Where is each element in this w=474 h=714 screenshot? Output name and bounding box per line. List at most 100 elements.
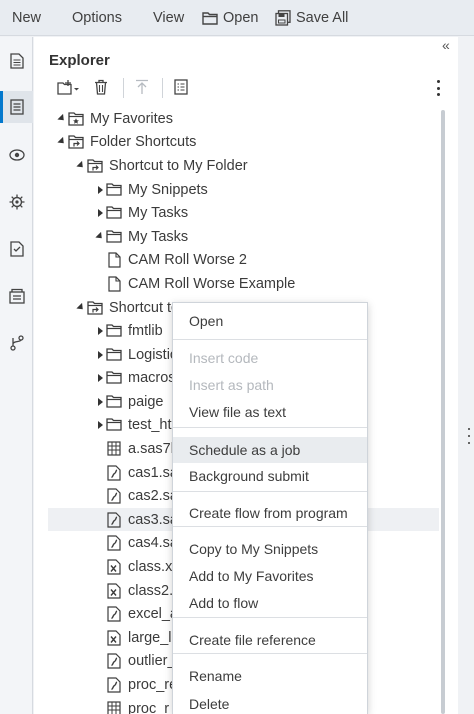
collapsed-arrow-icon[interactable] [96, 420, 104, 430]
excel-file-icon [106, 558, 122, 575]
expanded-arrow-icon[interactable] [57, 136, 67, 147]
trash-icon [94, 79, 108, 98]
context-menu-item-background-submit[interactable]: Background submit [173, 463, 367, 489]
file-icon [106, 251, 122, 268]
toolbar-divider [123, 78, 124, 98]
menu-new[interactable]: New [12, 0, 41, 36]
tree-row-label: Shortcut to [109, 299, 180, 316]
tree-row-label: paige [128, 393, 164, 410]
collapsed-arrow-icon[interactable] [96, 185, 104, 195]
context-menu-item-create-file-reference[interactable]: Create file reference [173, 627, 367, 653]
menu-separator [173, 491, 367, 492]
tree-row-label: My Tasks [128, 228, 189, 245]
panel-splitter-handle[interactable] [468, 428, 472, 444]
tree-row-label: proc_re [128, 676, 178, 693]
tasks-icon[interactable] [0, 233, 33, 265]
libraries-icon[interactable] [0, 139, 33, 171]
tree-row-label: Folder Shortcuts [90, 133, 197, 150]
more-options-icon[interactable] [430, 78, 446, 98]
git-icon[interactable] [0, 327, 33, 359]
menu-save-all[interactable]: Save All [275, 0, 348, 36]
context-menu-item-view-file-as-text[interactable]: View file as text [173, 399, 367, 425]
folder-open-icon [202, 11, 218, 25]
toolbar-divider [162, 78, 163, 98]
properties-icon [174, 78, 188, 98]
panel-title: Explorer [49, 52, 110, 69]
menu-view-label: View [153, 10, 185, 26]
tree-row[interactable]: CAM Roll Worse Example [48, 272, 439, 295]
sas-program-icon [106, 605, 122, 622]
tree-row[interactable]: Shortcut to My Folder [48, 154, 439, 177]
tree-row[interactable]: Folder Shortcuts [48, 130, 439, 153]
tree-row-label: fmtlib [128, 322, 163, 339]
save-all-icon [275, 10, 291, 26]
collapsed-arrow-icon[interactable] [96, 397, 104, 407]
expanded-arrow-icon[interactable] [95, 231, 105, 242]
context-menu-item-add-to-my-favorites[interactable]: Add to My Favorites [173, 563, 367, 589]
context-menu-item-rename[interactable]: Rename [173, 663, 367, 689]
collapsed-arrow-icon[interactable] [96, 208, 104, 218]
collapse-panel-icon[interactable]: « [442, 38, 458, 54]
tree-row-label: cas4.sa [128, 534, 178, 551]
properties-button[interactable] [172, 76, 190, 100]
new-folder-icon [57, 79, 79, 98]
menu-bar: New Options View Open Save All [0, 0, 474, 36]
tree-row-label: CAM Roll Worse 2 [128, 251, 247, 268]
tree-row[interactable]: CAM Roll Worse 2 [48, 248, 439, 271]
tree-row[interactable]: My Snippets [48, 178, 439, 201]
folder-icon [106, 205, 122, 221]
context-menu-item-create-flow-from-program[interactable]: Create flow from program [173, 500, 367, 526]
context-menu-item-schedule-as-a-job[interactable]: Schedule as a job [173, 437, 367, 463]
tree-row-label: Shortcut to My Folder [109, 157, 248, 174]
context-menu-item-add-to-flow[interactable]: Add to flow [173, 590, 367, 616]
collapsed-arrow-icon[interactable] [96, 373, 104, 383]
expanded-arrow-icon[interactable] [76, 302, 86, 313]
expanded-arrow-icon[interactable] [76, 160, 86, 171]
tree-row[interactable]: My Tasks [48, 225, 439, 248]
collapsed-arrow-icon[interactable] [96, 350, 104, 360]
context-menu-item-copy-to-my-snippets[interactable]: Copy to My Snippets [173, 536, 367, 562]
menu-new-label: New [12, 10, 42, 26]
sas-program-icon [106, 652, 122, 669]
new-item-button[interactable] [55, 76, 81, 100]
tree-row-label: macros [128, 369, 176, 386]
collapsed-arrow-icon[interactable] [96, 326, 104, 336]
explorer-icon[interactable] [0, 91, 33, 123]
context-menu-item-open[interactable]: Open [173, 308, 367, 334]
menu-separator [173, 653, 367, 654]
shortcut-folder-icon [87, 158, 103, 174]
excel-file-icon [106, 582, 122, 599]
snippets-icon[interactable] [0, 280, 33, 312]
expanded-arrow-icon[interactable] [57, 113, 67, 124]
tree-row-label: cas2.sa [128, 487, 178, 504]
document-icon[interactable] [0, 45, 33, 77]
tree-row-label: My Favorites [90, 110, 173, 127]
folder-icon [106, 347, 122, 363]
settings-gear-icon[interactable] [0, 186, 33, 218]
tree-row[interactable]: My Tasks [48, 201, 439, 224]
menu-open-label: Open [223, 10, 259, 26]
tree-row-label: excel_a [128, 605, 178, 622]
excel-file-icon [106, 629, 122, 646]
context-menu: Open Insert code Insert as path View file a… [172, 302, 368, 714]
folder-icon [106, 394, 122, 410]
sas-program-icon [106, 511, 122, 528]
context-menu-item-delete[interactable]: Delete [173, 691, 367, 714]
file-icon [106, 275, 122, 292]
tree-row-label: outlier_ [128, 652, 176, 669]
upload-icon [135, 79, 149, 98]
shortcut-folder-icon [68, 134, 84, 150]
delete-button[interactable] [92, 76, 110, 100]
left-toolbar [0, 37, 33, 714]
tree-row-label: class.xl [128, 558, 176, 575]
menu-options[interactable]: Options [72, 0, 122, 36]
shortcut-folder-icon [87, 300, 103, 316]
tree-scrollbar[interactable] [441, 110, 445, 714]
menu-view[interactable]: View [153, 0, 184, 36]
folder-icon [106, 370, 122, 386]
menu-open[interactable]: Open [202, 0, 258, 36]
sas-program-icon [106, 464, 122, 481]
tree-row[interactable]: My Favorites [48, 107, 439, 130]
tree-row-label: CAM Roll Worse Example [128, 275, 296, 292]
dataset-icon [106, 701, 122, 714]
